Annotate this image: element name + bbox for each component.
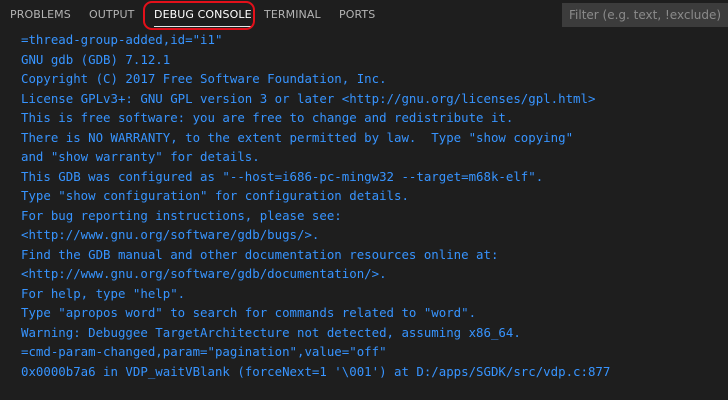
tab-debug-console[interactable]: DEBUG CONSOLE — [154, 0, 252, 30]
console-line: This is free software: you are free to c… — [21, 110, 514, 125]
console-line: For bug reporting instructions, please s… — [21, 207, 342, 223]
debug-console-output[interactable]: =thread-group-added,id="i1" GNU gdb (GDB… — [0, 30, 728, 400]
tab-terminal[interactable]: TERMINAL — [264, 0, 321, 30]
tab-ports[interactable]: PORTS — [339, 0, 375, 30]
tab-problems[interactable]: PROBLEMS — [10, 0, 71, 30]
console-line: Copyright (C) 2017 Free Software Foundat… — [21, 71, 387, 86]
console-line: <http://www.gnu.org/software/gdb/bugs/>. — [21, 227, 320, 242]
console-line: and "show warranty" for details. — [21, 149, 260, 164]
active-tab-underline — [154, 26, 252, 27]
tab-output[interactable]: OUTPUT — [89, 0, 134, 30]
console-line: <http://www.gnu.org/software/gdb/documen… — [21, 266, 387, 281]
console-line: License GPLv3+: GNU GPL version 3 or lat… — [21, 90, 596, 106]
console-line: There is NO WARRANTY, to the extent perm… — [21, 129, 574, 145]
console-line: Type "apropos word" to search for comman… — [21, 305, 477, 320]
console-line: This GDB was configured as "--host=i686-… — [21, 168, 544, 184]
tab-debug-console-label: DEBUG CONSOLE — [154, 8, 252, 21]
console-line: 0x0000b7a6 in VDP_waitVBlank (forceNext=… — [21, 363, 611, 379]
console-line: Warning: Debuggee TargetArchitecture not… — [21, 324, 521, 340]
console-line: Type "show configuration" for configurat… — [21, 188, 409, 203]
console-line: For help, type "help". — [21, 285, 186, 301]
console-line: =cmd-param-changed,param="pagination",va… — [21, 344, 387, 359]
filter-input[interactable]: Filter (e.g. text, !exclude) — [562, 3, 728, 27]
console-line: GNU gdb (GDB) 7.12.1 — [21, 51, 171, 67]
filter-placeholder: Filter (e.g. text, !exclude) — [569, 8, 722, 22]
panel-tab-bar: PROBLEMS OUTPUT DEBUG CONSOLE TERMINAL P… — [0, 0, 728, 30]
console-line: Find the GDB manual and other documentat… — [21, 246, 499, 262]
console-line: =thread-group-added,id="i1" — [21, 32, 223, 47]
